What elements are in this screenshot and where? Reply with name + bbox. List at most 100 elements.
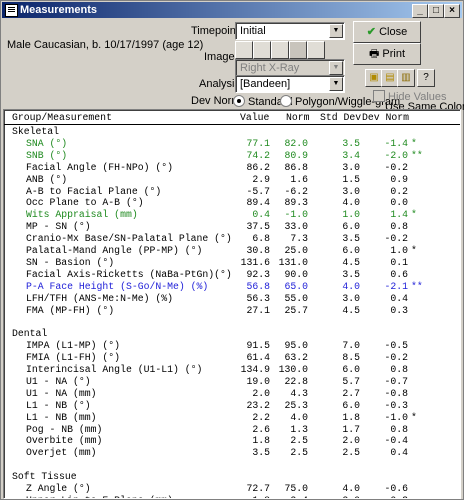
measurement-dev-norm: -2.0 [384,149,408,161]
header-divider [4,124,460,125]
measurement-std-dev: 3.5 [342,233,360,245]
measurements-table[interactable]: Group/Measurement Value Norm Std Dev Dev… [3,109,461,499]
section-header: Soft Tissue [4,471,460,483]
measurement-name: Overbite (mm) [26,435,103,447]
table-row[interactable]: Wits Appraisal (mm) 0.4 -1.0 1.0 1.4 * [4,209,460,221]
measurement-flag: ** [411,280,423,292]
checkmark-icon: ✔ [366,26,377,38]
measurement-flag: * [411,137,417,149]
table-header: Group/Measurement Value Norm Std Dev Dev… [4,112,460,124]
timepoint-value: Initial [240,25,266,37]
table-row[interactable]: U1 - NA (°) 19.0 22.8 5.7 -0.7 [4,376,460,388]
table-row[interactable]: A-B to Facial Plane (°) -5.7 -6.2 3.0 0.2 [4,186,460,198]
table-row[interactable]: U1 - NA (mm) 2.0 4.3 2.7 -0.8 [4,388,460,400]
table-row[interactable]: Upper Lip to E-Plane (mm) -1.8 -2.4 2.0 0.3 [4,495,460,498]
measurement-value: 6.8 [252,233,270,245]
table-row[interactable]: Cranio-Mx Base/SN-Palatal Plane (°) 6.8 7.… [4,233,460,245]
image-view-icon-1[interactable] [235,41,253,59]
table-row[interactable]: L1 - NB (°) 23.2 25.3 6.0 -0.3 [4,400,460,412]
print-button-label: Print [382,48,406,60]
patient-info: Male Caucasian, b. 10/17/1997 (age 12) [7,39,204,51]
table-row[interactable]: Interincisal Angle (U1-L1) (°) 134.9 130.0… [4,364,460,376]
measurement-name: Upper Lip to E-Plane (mm) [26,495,173,498]
table-row[interactable]: LFH/TFH (ANS-Me:N-Me) (%) 56.3 55.0 3.0 0.4 [4,293,460,305]
table-row[interactable]: Facial Axis-Ricketts (NaBa-PtGn)(°) 92.3 9… [4,269,460,281]
image-view-icon-5[interactable] [307,41,325,59]
maximize-button[interactable]: □ [428,4,444,18]
measurement-dev-norm: -0.3 [384,399,408,411]
table-row[interactable]: Overbite (mm) 1.8 2.5 2.0 -0.4 [4,435,460,447]
measurement-name: Pog - NB (mm) [26,423,103,435]
help-button[interactable]: ? [417,69,435,87]
measurement-name: Facial Axis-Ricketts (NaBa-PtGn)(°) [26,268,232,280]
title-bar[interactable]: Measurements _ □ × [2,2,462,18]
radio-icon [280,95,292,107]
measurement-dev-norm: 1.4 [390,209,408,221]
table-row[interactable]: FMA (MP-FH) (°) 27.1 25.7 4.5 0.3 [4,305,460,317]
table-row[interactable]: Palatal-Mand Angle (PP-MP) (°) 30.8 25.0 6.… [4,245,460,257]
measurement-dev-norm: -0.7 [384,375,408,387]
table-row[interactable]: Occ Plane to A-B (°) 89.4 89.3 4.0 0.0 [4,197,460,209]
table-row[interactable]: SN - Basion (°) 131.6 131.0 4.5 0.1 [4,257,460,269]
measurement-std-dev: 6.0 [342,245,360,256]
measurement-std-dev: 6.0 [342,364,360,375]
measurement-name: U1 - NA (°) [26,375,91,387]
measurement-name: Interincisal Angle (U1-L1) (°) [26,364,203,375]
measurement-dev-norm: 0.8 [390,423,408,435]
measurement-norm: 7.3 [290,233,308,245]
measurement-dev-norm: 0.3 [378,495,408,498]
measurement-name: FMIA (L1-FH) (°) [26,352,121,364]
measurement-norm: 130.0 [278,364,308,375]
checkbox-icon [373,90,385,102]
measurement-flag: * [411,209,417,221]
measurement-norm: 75.0 [284,483,308,494]
measurement-norm: 22.8 [284,375,308,387]
table-row[interactable]: L1 - NB (mm) 2.2 4.0 1.8 -1.0 * [4,412,460,424]
table-row[interactable]: Overjet (mm) 3.5 2.5 2.5 0.4 [4,447,460,459]
chart-button[interactable]: ▥ [397,69,415,87]
close-window-button[interactable]: × [444,4,460,18]
table-row[interactable]: IMPA (L1-MP) (°) 91.5 95.0 7.0 -0.5 [4,340,460,352]
image-view-icon-3[interactable] [271,41,289,59]
measurement-norm: 25.0 [284,245,308,256]
print-button[interactable]: 🖶 Print [353,43,421,65]
col-header-std-dev: Std Dev [320,112,362,123]
table-row[interactable]: MP - SN (°) 37.5 33.0 6.0 0.8 [4,221,460,233]
measurement-name: Cranio-Mx Base/SN-Palatal Plane (°) [26,233,232,245]
measurement-norm: 25.3 [284,399,308,411]
measurement-value: 74.2 [246,149,270,161]
measurement-std-dev: 2.5 [342,447,360,459]
minimize-button[interactable]: _ [412,4,428,18]
measurement-std-dev: 3.0 [342,185,360,197]
measurement-std-dev: 3.5 [342,137,360,149]
measurement-norm: 95.0 [284,340,308,352]
table-row[interactable]: Pog - NB (mm) 2.6 1.3 1.7 0.8 [4,424,460,436]
measurement-std-dev: 2.0 [336,495,360,498]
image-view-icon-2[interactable] [253,41,271,59]
measurement-dev-norm: 0.9 [390,173,408,185]
table-row[interactable]: SNA (°) 77.1 82.0 3.5 -1.4 * [4,138,460,150]
table-row[interactable]: FMIA (L1-FH) (°) 61.4 63.2 8.5 -0.2 [4,352,460,364]
measurement-norm: 1.6 [290,173,308,185]
copy-icon: ▤ [385,72,395,83]
timepoint-select[interactable]: Initial ▼ [235,22,345,40]
measurement-name: SN - Basion (°) [26,256,115,268]
measurement-std-dev: 1.0 [342,209,360,221]
measurement-value: 19.0 [246,375,270,387]
table-row[interactable]: Z Angle (°) 72.7 75.0 4.0 -0.6 [4,483,460,495]
table-row[interactable]: Facial Angle (FH-NPo) (°) 86.2 86.8 3.0 -0.2 [4,162,460,174]
table-row[interactable]: SNB (°) 74.2 80.9 3.4 -2.0 ** [4,150,460,162]
close-button[interactable]: ✔ Close [353,21,421,43]
measurement-name: SNB (°) [26,149,68,161]
measurement-norm: 90.0 [284,268,308,280]
measurement-value: 0.4 [252,209,270,221]
measurement-name: IMPA (L1-MP) (°) [26,340,121,352]
image-view-icon-4[interactable] [289,41,307,59]
table-row[interactable]: ANB (°) 2.9 1.6 1.5 0.9 [4,174,460,186]
analysis-select[interactable]: [Bandeen] ▼ [235,75,345,93]
table-row[interactable]: P-A Face Height (S-Go/N-Me) (%) 56.8 65.0 4… [4,281,460,293]
export-icon: ▣ [369,72,379,83]
measurement-dev-norm: -1.4 [384,137,408,149]
section-name: Dental [12,328,48,340]
measurement-norm: -1.0 [284,209,308,221]
